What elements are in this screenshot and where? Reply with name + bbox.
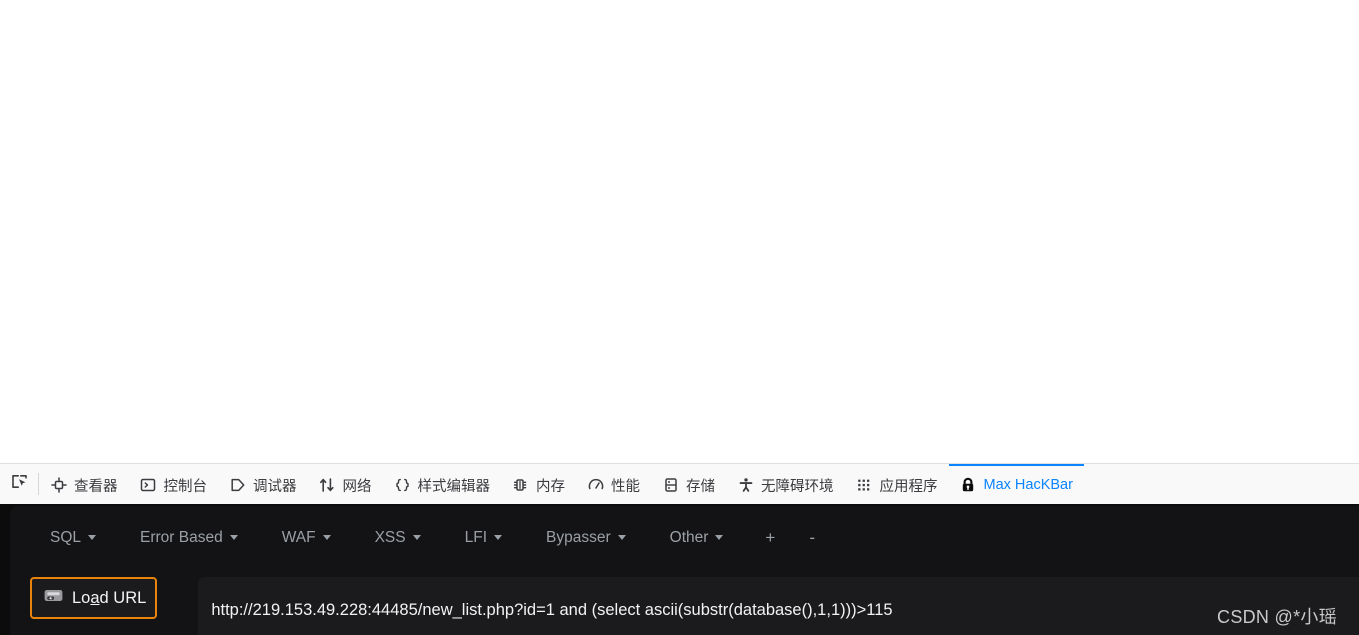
hackbar-url-row: Load URL <box>10 569 1359 635</box>
menu-sql[interactable]: SQL <box>38 524 108 552</box>
hackbar-panel: SQL Error Based WAF XSS LFI Bypasser Oth… <box>0 504 1359 635</box>
menu-lfi[interactable]: LFI <box>453 524 514 552</box>
application-icon <box>856 477 873 494</box>
tab-debugger-label: 调试器 <box>253 478 297 495</box>
menu-other[interactable]: Other <box>658 524 736 552</box>
menu-xss-label: XSS <box>374 528 406 546</box>
load-url-label-part2: d URL <box>99 588 147 607</box>
tab-network-label: 网络 <box>342 478 372 495</box>
tab-accessibility[interactable]: 无障碍环境 <box>726 464 845 504</box>
tab-max-hackbar[interactable]: Max HacKBar <box>948 464 1084 504</box>
element-picker-button[interactable] <box>0 464 38 504</box>
tab-style-editor[interactable]: 样式编辑器 <box>383 464 502 504</box>
tab-inspector-label: 查看器 <box>74 478 118 495</box>
tab-debugger[interactable]: 调试器 <box>218 464 308 504</box>
hackbar-menu-bar: SQL Error Based WAF XSS LFI Bypasser Oth… <box>10 506 1359 569</box>
page-viewport <box>0 0 1359 463</box>
add-tab-button[interactable]: + <box>755 525 785 550</box>
chevron-down-icon <box>715 535 724 540</box>
menu-lfi-label: LFI <box>464 528 488 546</box>
menu-bypasser[interactable]: Bypasser <box>534 524 638 552</box>
menu-error-based[interactable]: Error Based <box>128 524 250 552</box>
chevron-down-icon <box>322 535 331 540</box>
performance-icon <box>587 477 604 494</box>
lock-icon <box>960 477 977 494</box>
debugger-icon <box>229 477 246 494</box>
tab-application-label: 应用程序 <box>879 478 938 495</box>
chevron-down-icon <box>88 535 97 540</box>
tab-performance[interactable]: 性能 <box>576 464 651 504</box>
chevron-down-icon <box>412 535 421 540</box>
menu-waf-label: WAF <box>281 528 316 546</box>
tab-console[interactable]: 控制台 <box>129 464 219 504</box>
tab-console-label: 控制台 <box>163 478 208 495</box>
style-editor-icon <box>394 477 411 494</box>
tab-inspector[interactable]: 查看器 <box>39 464 129 504</box>
load-url-label-part1: Lo <box>72 588 91 607</box>
load-url-icon <box>43 587 64 609</box>
menu-waf[interactable]: WAF <box>270 524 343 552</box>
accessibility-icon <box>737 477 754 494</box>
load-url-button-label: Load URL <box>72 589 146 608</box>
tab-memory-label: 内存 <box>536 478 565 495</box>
storage-icon <box>662 477 679 494</box>
menu-xss[interactable]: XSS <box>363 524 433 552</box>
chevron-down-icon <box>494 535 503 540</box>
chevron-down-icon <box>229 535 238 540</box>
remove-tab-button[interactable]: - <box>799 525 825 550</box>
tab-storage-label: 存储 <box>686 478 715 495</box>
chevron-down-icon <box>617 535 626 540</box>
tab-memory[interactable]: 内存 <box>501 464 576 504</box>
console-icon <box>140 477 157 494</box>
element-picker-icon <box>11 473 28 495</box>
inspector-icon <box>50 477 67 494</box>
load-url-button[interactable]: Load URL <box>30 577 158 619</box>
tab-accessibility-label: 无障碍环境 <box>761 478 834 495</box>
tab-network[interactable]: 网络 <box>308 464 383 504</box>
menu-sql-label: SQL <box>50 528 82 546</box>
menu-bypasser-label: Bypasser <box>546 528 611 546</box>
load-url-accesskey: a <box>90 588 100 607</box>
menu-error-based-label: Error Based <box>140 528 223 546</box>
menu-other-label: Other <box>669 528 709 546</box>
tab-style-editor-label: 样式编辑器 <box>417 478 491 495</box>
tab-storage[interactable]: 存储 <box>651 464 726 504</box>
tab-performance-label: 性能 <box>611 478 640 495</box>
hackbar-inner: SQL Error Based WAF XSS LFI Bypasser Oth… <box>10 506 1359 635</box>
watermark: CSDN @*小瑶 <box>1217 607 1337 627</box>
url-input[interactable] <box>198 577 1359 635</box>
devtools-toolbar: 查看器 控制台 调试器 网络 样式编辑器 内存 性能 存储 无障碍环境 应用程序… <box>0 463 1359 504</box>
memory-icon <box>512 477 529 494</box>
network-icon <box>319 477 336 494</box>
tab-application[interactable]: 应用程序 <box>845 464 949 504</box>
tab-max-hackbar-label: Max HacKBar <box>983 477 1073 493</box>
